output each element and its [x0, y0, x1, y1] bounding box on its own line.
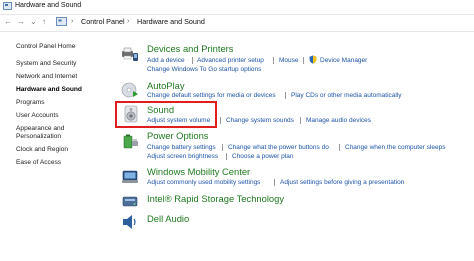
sidebar-item-hardware-and-sound[interactable]: Hardware and Sound: [16, 85, 82, 94]
link-separator: [303, 57, 304, 64]
battery-icon[interactable]: [121, 132, 139, 150]
breadcrumb-control-panel[interactable]: Control Panel: [81, 17, 125, 27]
add-a-device-link[interactable]: Add a device: [147, 56, 185, 65]
shield-icon: [309, 55, 317, 64]
adjust-screen-brightness-link[interactable]: Adjust screen brightness: [147, 152, 218, 161]
storage-icon[interactable]: [121, 192, 139, 210]
link-separator: [192, 57, 193, 64]
dell-audio-icon[interactable]: [121, 213, 139, 231]
link-separator: [274, 179, 275, 186]
sidebar-item-programs[interactable]: Programs: [16, 98, 45, 107]
control-panel-icon: [56, 17, 67, 26]
sidebar-item-system-and-security[interactable]: System and Security: [16, 59, 76, 68]
change-battery-settings-link[interactable]: Change battery settings: [147, 143, 216, 152]
adjust-mobility-settings-link[interactable]: Adjust commonly used mobility settings: [147, 178, 260, 187]
play-cds-link[interactable]: Play CDs or other media automatically: [291, 91, 402, 100]
link-separator: [220, 117, 221, 124]
window-title: Hardware and Sound: [15, 2, 82, 9]
device-manager-link[interactable]: Device Manager: [320, 56, 367, 65]
mouse-link[interactable]: Mouse: [279, 56, 299, 65]
sidebar-item-clock-and-region[interactable]: Clock and Region: [16, 145, 68, 154]
recent-dropdown-icon[interactable]: ⌄: [30, 17, 37, 27]
power-options-title[interactable]: Power Options: [147, 130, 209, 142]
link-separator: [273, 57, 274, 64]
sidebar-item-user-accounts[interactable]: User Accounts: [16, 111, 59, 120]
sidebar-item-control-panel-home[interactable]: Control Panel Home: [16, 42, 75, 51]
dell-audio-title[interactable]: Dell Audio: [147, 213, 189, 225]
printer-icon[interactable]: [121, 45, 139, 63]
mobility-center-icon[interactable]: [121, 168, 139, 186]
change-power-buttons-link[interactable]: Change what the power buttons do: [228, 143, 329, 152]
up-arrow-icon[interactable]: ↑: [42, 17, 46, 27]
change-when-sleeps-link[interactable]: Change when the computer sleeps: [345, 143, 445, 152]
link-separator: [226, 153, 227, 160]
link-separator: [222, 144, 223, 151]
back-arrow-icon[interactable]: ←: [4, 17, 12, 27]
intel-rapid-storage-title[interactable]: Intel® Rapid Storage Technology: [147, 193, 284, 205]
sidebar-item-personalization[interactable]: Personalization: [16, 132, 61, 141]
choose-power-plan-link[interactable]: Choose a power plan: [232, 152, 293, 161]
control-panel-icon: [3, 2, 12, 10]
link-separator: [300, 117, 301, 124]
link-separator: [285, 92, 286, 99]
change-system-sounds-link[interactable]: Change system sounds: [226, 116, 294, 125]
adjust-presentation-settings-link[interactable]: Adjust settings before giving a presenta…: [280, 178, 404, 187]
windows-mobility-center-title[interactable]: Windows Mobility Center: [147, 166, 250, 178]
devices-and-printers-title[interactable]: Devices and Printers: [147, 43, 234, 55]
autoplay-icon[interactable]: [121, 81, 139, 99]
link-separator: [339, 144, 340, 151]
sound-highlight-box: [115, 101, 217, 128]
breadcrumb-separator-icon: ›: [71, 18, 74, 25]
forward-arrow-icon[interactable]: →: [17, 17, 25, 27]
sidebar-item-network-and-internet[interactable]: Network and Internet: [16, 72, 77, 81]
breadcrumb-hardware-and-sound[interactable]: Hardware and Sound: [137, 17, 205, 27]
change-default-settings-link[interactable]: Change default settings for media or dev…: [147, 91, 276, 100]
breadcrumb-separator-icon: ›: [127, 18, 130, 25]
sidebar-item-ease-of-access[interactable]: Ease of Access: [16, 158, 61, 167]
manage-audio-devices-link[interactable]: Manage audio devices: [306, 116, 371, 125]
change-windows-to-go-link[interactable]: Change Windows To Go startup options: [147, 65, 261, 74]
advanced-printer-setup-link[interactable]: Advanced printer setup: [197, 56, 264, 65]
